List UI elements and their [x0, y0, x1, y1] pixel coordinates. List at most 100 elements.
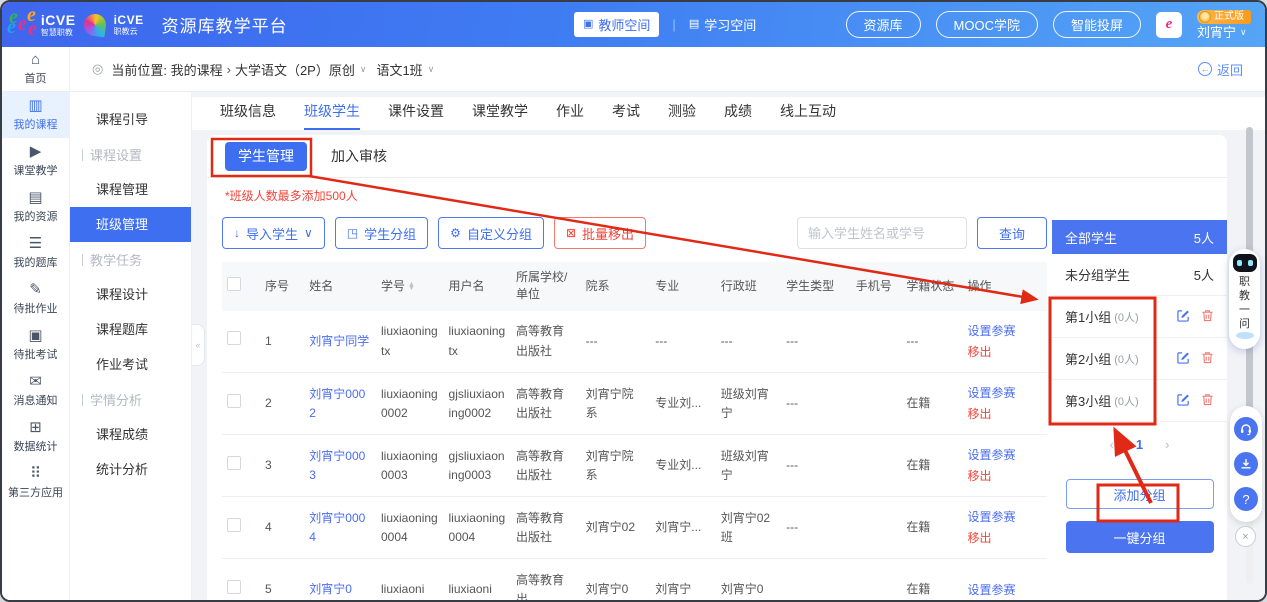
- ungrouped-students-row[interactable]: 未分组学生 5人: [1052, 254, 1227, 296]
- all-students-row[interactable]: 全部学生 5人: [1052, 220, 1227, 254]
- current-page[interactable]: 1: [1136, 437, 1143, 452]
- tab-classroom-teaching[interactable]: 课堂教学: [472, 97, 528, 130]
- breadcrumb-class-dropdown[interactable]: 语文1班: [376, 60, 422, 79]
- breadcrumb-course-dropdown[interactable]: 大学语文（2P）原创: [235, 60, 355, 79]
- student-name-link[interactable]: 刘宵宁0004: [309, 511, 365, 544]
- subnav-homework-exam[interactable]: 作业考试: [70, 347, 191, 382]
- tab-exam[interactable]: 考试: [612, 97, 640, 130]
- row-checkbox[interactable]: [227, 456, 241, 470]
- customer-service-icon[interactable]: [1234, 417, 1258, 441]
- tab-courseware-settings[interactable]: 课件设置: [388, 97, 444, 130]
- set-contest-link[interactable]: 设置参赛: [968, 507, 1042, 527]
- row-checkbox[interactable]: [227, 580, 241, 594]
- sidebar-item-notifications[interactable]: ✉消息通知: [2, 368, 69, 414]
- col-username: 用户名: [444, 262, 512, 311]
- subnav-course-grades[interactable]: 课程成绩: [70, 417, 191, 452]
- close-widget-icon[interactable]: ×: [1235, 526, 1256, 547]
- next-page-arrow[interactable]: ›: [1165, 437, 1169, 452]
- sidebar-item-my-courses[interactable]: ▥我的课程: [2, 92, 69, 138]
- set-contest-link[interactable]: 设置参赛: [968, 383, 1042, 403]
- sidebar-item-pending-homework[interactable]: ✎待批作业: [2, 276, 69, 322]
- learning-space-button[interactable]: ▤ 学习空间: [689, 15, 756, 34]
- edit-group-icon[interactable]: [1177, 351, 1190, 367]
- user-menu[interactable]: 正式版 刘宵宁∨: [1197, 10, 1251, 39]
- subnav-course-design[interactable]: 课程设计: [70, 277, 191, 312]
- tab-quiz[interactable]: 测验: [668, 97, 696, 130]
- edit-group-icon[interactable]: [1177, 393, 1190, 409]
- subnav-statistical-analysis[interactable]: 统计分析: [70, 452, 191, 487]
- one-click-group-button[interactable]: 一键分组: [1066, 521, 1214, 553]
- help-question-icon[interactable]: ?: [1234, 487, 1258, 511]
- zhijiao-assistant-widget[interactable]: 职教一问: [1229, 249, 1260, 349]
- set-contest-link[interactable]: 设置参赛: [968, 445, 1042, 465]
- remove-link[interactable]: 移出: [968, 528, 1042, 548]
- student-name-link[interactable]: 刘宵宁0003: [309, 449, 365, 482]
- set-contest-link[interactable]: 设置参赛: [968, 580, 1042, 600]
- tab-class-students[interactable]: 班级学生: [304, 97, 360, 130]
- page-title: 资源库教学平台: [162, 12, 288, 37]
- subtab-student-management[interactable]: 学生管理: [225, 142, 307, 171]
- smart-screen-button[interactable]: 智能投屏: [1053, 11, 1141, 38]
- avatar[interactable]: e: [1156, 12, 1182, 38]
- tab-grades[interactable]: 成绩: [724, 97, 752, 130]
- teacher-space-button[interactable]: ▣ 教师空间: [574, 12, 659, 37]
- set-contest-link[interactable]: 设置参赛: [968, 321, 1042, 341]
- sidebar-item-my-resources[interactable]: ▤我的资源: [2, 184, 69, 230]
- custom-grouping-button[interactable]: ⚙ 自定义分组: [438, 217, 544, 249]
- class-tabs: 班级信息 班级学生 课件设置 课堂教学 作业 考试 测验 成绩 线上互动: [192, 97, 1265, 130]
- student-name-link[interactable]: 刘宵宁0: [309, 582, 352, 596]
- subtab-join-review[interactable]: 加入审核: [331, 146, 387, 166]
- import-students-button[interactable]: ↓ 导入学生 ∨: [222, 217, 325, 249]
- remove-link[interactable]: 移出: [968, 342, 1042, 362]
- subnav-class-management[interactable]: 班级管理: [70, 207, 191, 242]
- batch-remove-button[interactable]: ⊠ 批量移出: [554, 217, 646, 249]
- sidebar-item-home[interactable]: ⌂首页: [2, 47, 69, 92]
- edit-group-icon[interactable]: [1177, 309, 1190, 325]
- brand2-sub: 职教云: [114, 28, 144, 36]
- collapse-sidebar-handle[interactable]: «: [192, 324, 205, 366]
- subnav-course-management[interactable]: 课程管理: [70, 172, 191, 207]
- row-checkbox[interactable]: [227, 394, 241, 408]
- query-button[interactable]: 查询: [977, 217, 1047, 249]
- breadcrumb-my-courses[interactable]: 我的课程: [171, 60, 223, 79]
- play-icon: ▶: [30, 144, 42, 159]
- delete-group-icon[interactable]: [1201, 309, 1214, 325]
- subnav-course-question-bank[interactable]: 课程题库: [70, 312, 191, 347]
- delete-group-icon[interactable]: [1201, 351, 1214, 367]
- mooc-academy-button[interactable]: MOOC学院: [936, 11, 1038, 38]
- delete-group-icon[interactable]: [1201, 393, 1214, 409]
- sidebar-item-third-party-apps[interactable]: ⠿第三方应用: [2, 460, 69, 506]
- chart-icon: ⊞: [29, 420, 42, 435]
- subnav-course-guide[interactable]: 课程引导: [70, 102, 191, 137]
- group-row-3[interactable]: 第3小组 (0人): [1052, 380, 1227, 422]
- sidebar-item-classroom-teaching[interactable]: ▶课堂教学: [2, 138, 69, 184]
- group-row-1[interactable]: 第1小组 (0人): [1052, 296, 1227, 338]
- tab-homework[interactable]: 作业: [556, 97, 584, 130]
- student-name-link[interactable]: 刘宵宁0002: [309, 387, 365, 420]
- sidebar-item-pending-exams[interactable]: ▣待批考试: [2, 322, 69, 368]
- table-row: 1 刘宵宁同学 liuxiaoningtx liuxiaoningtx 高等教育…: [222, 311, 1047, 373]
- row-checkbox[interactable]: [227, 331, 241, 345]
- class-limit-note: *班级人数最多添加500人: [225, 187, 1227, 204]
- student-grouping-button[interactable]: ◳ 学生分组: [335, 217, 428, 249]
- prev-page-arrow[interactable]: ‹: [1110, 437, 1114, 452]
- remove-link[interactable]: 移出: [968, 466, 1042, 486]
- sidebar-item-my-question-bank[interactable]: ☰我的题库: [2, 230, 69, 276]
- sort-icons[interactable]: ▲▼: [408, 283, 415, 291]
- student-name-link[interactable]: 刘宵宁同学: [309, 334, 369, 348]
- row-checkbox[interactable]: [227, 518, 241, 532]
- select-all-checkbox[interactable]: [227, 277, 241, 291]
- library-icon: ▤: [28, 190, 42, 205]
- download-center-icon[interactable]: [1234, 452, 1258, 476]
- tab-class-info[interactable]: 班级信息: [220, 97, 276, 130]
- sidebar-item-data-statistics[interactable]: ⊞数据统计: [2, 414, 69, 460]
- back-button[interactable]: ← 返回: [1198, 60, 1243, 79]
- resource-library-button[interactable]: 资源库: [846, 11, 921, 38]
- assistant-label: 职教一问: [1238, 275, 1251, 331]
- search-input[interactable]: [797, 217, 967, 249]
- group-row-2[interactable]: 第2小组 (0人): [1052, 338, 1227, 380]
- remove-link[interactable]: 移出: [968, 404, 1042, 424]
- chevron-down-icon: ∨: [428, 64, 435, 75]
- tab-online-interaction[interactable]: 线上互动: [780, 97, 836, 130]
- add-group-button[interactable]: 添加分组: [1066, 479, 1214, 509]
